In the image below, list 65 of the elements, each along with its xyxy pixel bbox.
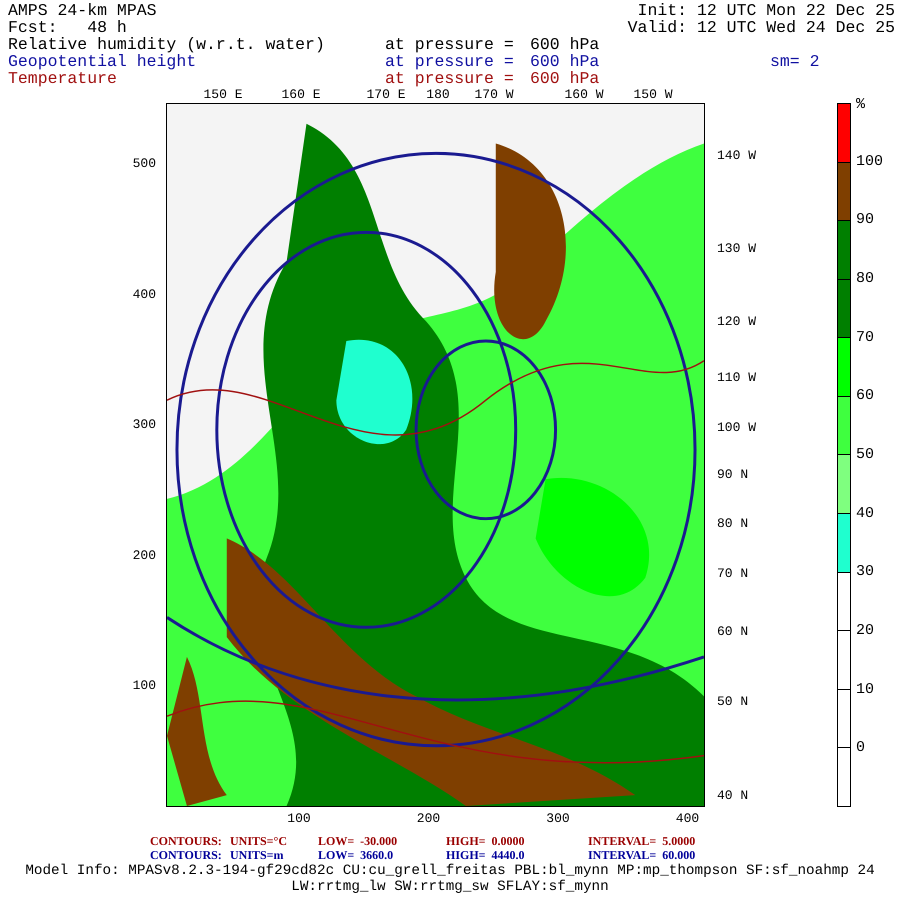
axis-tick-label: 400 xyxy=(132,288,156,302)
init-time: Init: 12 UTC Mon 22 Dec 25 xyxy=(638,2,895,19)
contour-info: INTERVAL= 5.0000 xyxy=(588,834,696,848)
coordinate-label: 40 N xyxy=(717,789,748,803)
contour-info: INTERVAL= 60.000 xyxy=(588,848,696,862)
contour-info: LOW= -30.000 xyxy=(318,834,398,848)
scale-label: 100 xyxy=(856,154,884,170)
scale-label: 50 xyxy=(856,447,874,463)
coordinate-label: 50 N xyxy=(717,695,748,709)
longitude-label: 150 W xyxy=(634,88,672,102)
field-name: Temperature xyxy=(8,70,117,87)
scale-label: 70 xyxy=(856,330,874,346)
scale-label: 40 xyxy=(856,506,874,522)
coordinate-label: 90 N xyxy=(717,468,748,482)
longitude-label: 170 W xyxy=(474,88,514,102)
axis-tick-label: 100 xyxy=(132,679,156,693)
contour-info: UNITS=°C xyxy=(230,834,287,848)
pressure-value: 600 hPa xyxy=(530,53,600,70)
axis-tick-label: 200 xyxy=(416,812,440,826)
field-name: Relative humidity (w.r.t. water) xyxy=(8,36,325,53)
pressure-label: at pressure = xyxy=(385,53,514,70)
coordinate-label: 100 W xyxy=(717,421,756,435)
coordinate-label: 60 N xyxy=(717,625,748,639)
axis-tick-label: 200 xyxy=(132,548,156,562)
pressure-label: at pressure = xyxy=(385,36,514,53)
contour-info: HIGH= 0.0000 xyxy=(446,834,525,848)
scale-label: 0 xyxy=(856,740,866,756)
longitude-label: 160 E xyxy=(282,88,320,102)
valid-time: Valid: 12 UTC Wed 24 Dec 25 xyxy=(628,19,895,36)
pressure-value: 600 hPa xyxy=(530,70,600,87)
axis-tick-label: 100 xyxy=(287,812,311,826)
forecast-hour: Fcst: 48 h xyxy=(8,19,127,36)
coordinate-label: 140 W xyxy=(717,149,756,163)
scale-label: 60 xyxy=(856,388,874,404)
model-title: AMPS 24-km MPAS xyxy=(8,2,157,19)
scale-label: 90 xyxy=(856,212,874,228)
longitude-label: 150 E xyxy=(204,88,242,102)
model-info: LW:rrtmg_lw SW:rrtmg_sw SFLAY:sf_mynn xyxy=(290,879,610,895)
contour-info: LOW= 3660.0 xyxy=(318,848,394,862)
pressure-label: at pressure = xyxy=(385,70,514,87)
model-info: Model Info: MPASv8.2.3-194-gf29cd82c CU:cu_grell_freitas PBL:bl_mynn MP:mp_thompson SF:sf_noahmp 24 xyxy=(24,863,876,879)
axis-tick-label: 400 xyxy=(676,812,700,826)
coordinate-label: 70 N xyxy=(717,567,748,581)
pressure-value: 600 hPa xyxy=(530,36,600,53)
contour-info: HIGH= 4440.0 xyxy=(446,848,525,862)
axis-tick-label: 300 xyxy=(132,418,156,432)
longitude-label: 160 W xyxy=(564,88,604,102)
contour-info: UNITS=m xyxy=(230,848,284,862)
unit-label: % xyxy=(856,97,866,113)
field-name: Geopotential height xyxy=(8,53,196,70)
contour-info: CONTOURS: xyxy=(150,834,222,848)
smoothing-label: sm= 2 xyxy=(770,53,820,70)
scale-label: 30 xyxy=(856,564,874,580)
axis-tick-label: 300 xyxy=(546,812,570,826)
coordinate-label: 80 N xyxy=(717,517,748,531)
longitude-label: 180 xyxy=(426,88,450,102)
scale-label: 20 xyxy=(856,623,874,639)
coordinate-label: 110 W xyxy=(717,371,756,385)
longitude-label: 170 E xyxy=(366,88,406,102)
scale-label: 10 xyxy=(856,682,874,698)
axis-tick-label: 500 xyxy=(132,157,156,171)
coordinate-label: 130 W xyxy=(717,242,756,256)
coordinate-label: 120 W xyxy=(717,315,756,329)
scale-label: 80 xyxy=(856,271,874,287)
contour-info: CONTOURS: xyxy=(150,848,222,862)
